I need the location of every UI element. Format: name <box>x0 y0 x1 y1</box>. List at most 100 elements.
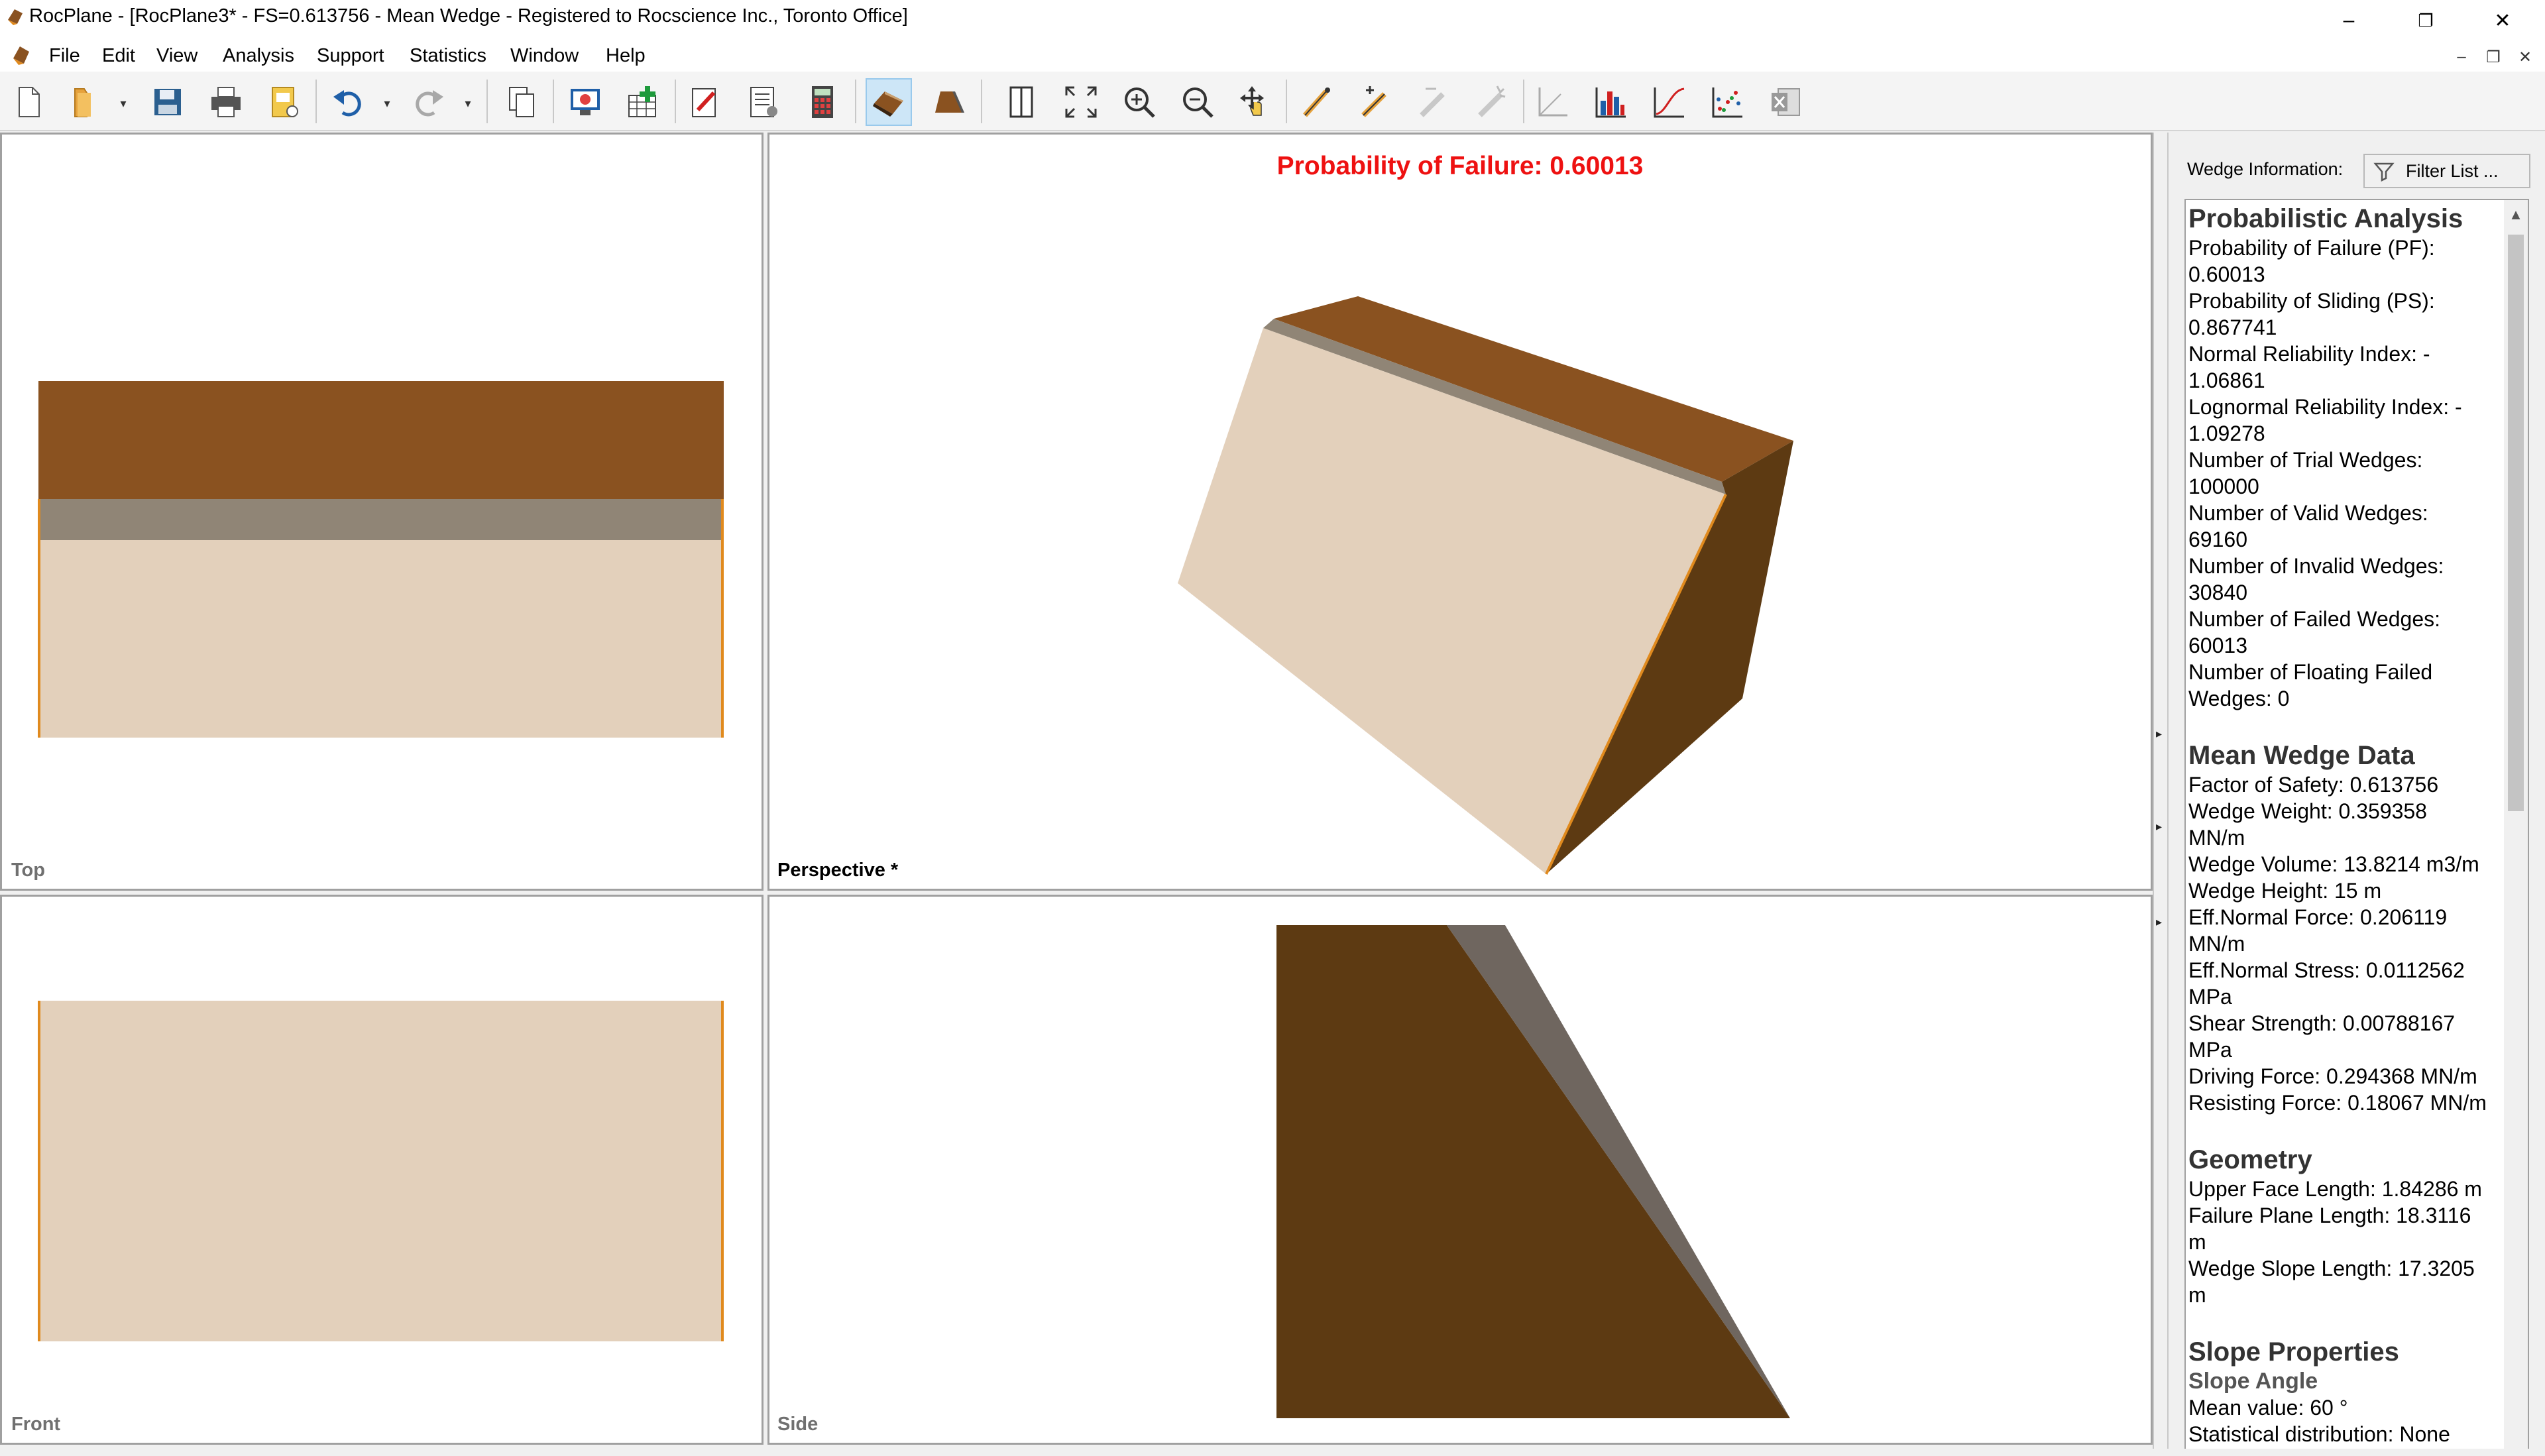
toolbar-separator <box>675 80 676 123</box>
clear-picks-button[interactable] <box>1469 78 1515 126</box>
pick-wedge-button[interactable] <box>1294 78 1340 126</box>
info-line: m <box>2188 1283 2206 1307</box>
minimize-button[interactable]: – <box>2312 0 2386 41</box>
print-preview-button[interactable] <box>261 78 308 126</box>
info-line: Wedge Weight: 0.359358 <box>2188 799 2427 823</box>
export-excel-button[interactable] <box>1763 78 1809 126</box>
undo-icon <box>333 90 361 117</box>
viewport-label-top: Top <box>11 860 45 881</box>
mdi-restore-button[interactable]: ❐ <box>2479 44 2508 70</box>
top-viewport[interactable]: Top <box>0 133 764 891</box>
info-line: Wedge Slope Length: 17.3205 <box>2188 1257 2475 1280</box>
info-line: Factor of Safety: 0.613756 <box>2188 773 2439 797</box>
info-line: Normal Reliability Index: - <box>2188 342 2430 366</box>
mdi-close-button[interactable]: ✕ <box>2511 44 2540 70</box>
info-scrollbar[interactable]: ▲ <box>2504 200 2528 1455</box>
open-dropdown-icon[interactable]: ▾ <box>117 97 130 110</box>
histogram-button[interactable] <box>1588 78 1634 126</box>
menu-support[interactable]: Support <box>314 42 387 69</box>
zoom-in-button[interactable] <box>1116 78 1162 126</box>
info-line: Number of Invalid Wedges: <box>2188 554 2444 578</box>
wedge-info-box[interactable]: Probabilistic Analysis Probability of Fa… <box>2184 199 2529 1456</box>
3d-view-button[interactable] <box>866 78 912 126</box>
add-pick-icon <box>1361 86 1386 117</box>
add-wedge-icon <box>628 86 656 117</box>
subsection-title: Slope Angle <box>2188 1369 2318 1394</box>
info-line: 100000 <box>2188 475 2259 498</box>
scatter-plot-button[interactable] <box>1705 78 1751 126</box>
panel-splitter[interactable] <box>2153 133 2169 1456</box>
chart-axes-icon <box>1538 87 1567 117</box>
chart-axes-button[interactable] <box>1530 78 1576 126</box>
scroll-up-icon[interactable]: ▲ <box>2504 203 2528 227</box>
splitter-arrow-icon[interactable]: ▸ <box>2156 728 2165 740</box>
side-viewport[interactable]: Side <box>767 895 2153 1445</box>
info-line: MN/m <box>2188 932 2245 956</box>
zoom-out-button[interactable] <box>1174 78 1221 126</box>
info-line: Number of Trial Wedges: <box>2188 448 2423 472</box>
cumulative-plot-button[interactable] <box>1646 78 1693 126</box>
toolbar-separator <box>855 80 856 123</box>
info-line: MN/m <box>2188 826 2245 850</box>
undo-button[interactable] <box>325 78 371 126</box>
section-title: Geometry <box>2188 1145 2312 1174</box>
scrollbar-thumb[interactable] <box>2508 235 2524 811</box>
new-file-button[interactable] <box>5 78 52 126</box>
display-options-icon <box>571 89 600 115</box>
menu-analysis[interactable]: Analysis <box>220 42 297 69</box>
redo-button[interactable] <box>406 78 452 126</box>
save-button[interactable] <box>144 78 191 126</box>
info-line: Probability of Failure (PF): <box>2188 236 2435 260</box>
print-icon <box>211 87 241 117</box>
display-options-button[interactable] <box>562 78 608 126</box>
filter-list-button[interactable]: Filter List ... <box>2363 154 2530 188</box>
close-button[interactable]: ✕ <box>2465 0 2540 41</box>
restore-button[interactable]: ❐ <box>2389 0 2463 41</box>
redo-dropdown-icon[interactable]: ▾ <box>461 97 475 110</box>
open-button[interactable] <box>64 78 110 126</box>
edit-input-button[interactable] <box>683 78 729 126</box>
copy-button[interactable] <box>498 78 545 126</box>
mdi-minimize-button[interactable]: – <box>2447 44 2476 70</box>
menu-file[interactable]: File <box>46 42 83 69</box>
save-icon <box>154 89 181 115</box>
menu-view[interactable]: View <box>154 42 200 69</box>
menu-statistics[interactable]: Statistics <box>407 42 489 69</box>
menu-help[interactable]: Help <box>603 42 648 69</box>
input-data-icon <box>750 87 777 117</box>
pan-icon <box>1240 86 1264 116</box>
zoom-all-button[interactable] <box>1058 78 1104 126</box>
document-icon[interactable] <box>11 44 32 66</box>
splitter-arrow-icon[interactable]: ▸ <box>2156 916 2165 928</box>
menu-edit[interactable]: Edit <box>99 42 138 69</box>
menu-window[interactable]: Window <box>508 42 581 69</box>
wedge-info-content: Probabilistic Analysis Probability of Fa… <box>2188 203 2493 1447</box>
remove-pick-button[interactable] <box>1410 78 1457 126</box>
top-view-tension-crack <box>38 499 724 540</box>
add-pick-button[interactable] <box>1352 78 1398 126</box>
cumulative-plot-icon <box>1654 87 1685 118</box>
scatter-plot-icon <box>1712 87 1742 118</box>
2d-view-button[interactable] <box>927 78 973 126</box>
info-line: Failure Plane Length: 18.3116 <box>2188 1204 2471 1227</box>
viewport-label-front: Front <box>11 1414 61 1435</box>
perspective-wedge <box>1178 296 1793 875</box>
front-viewport[interactable]: Front <box>0 895 764 1445</box>
info-line: Probability of Sliding (PS): <box>2188 289 2435 313</box>
calculator-button[interactable] <box>799 78 846 126</box>
toolbar-separator <box>315 80 317 123</box>
info-line: Mean value: 60 ° <box>2188 1396 2348 1420</box>
2d-wedge-view-icon <box>935 91 964 113</box>
pan-button[interactable] <box>1233 78 1279 126</box>
input-data-button[interactable] <box>741 78 787 126</box>
splitter-arrow-icon[interactable]: ▸ <box>2156 820 2165 832</box>
tile-views-button[interactable] <box>998 78 1045 126</box>
undo-dropdown-icon[interactable]: ▾ <box>380 97 394 110</box>
add-wedge-button[interactable] <box>620 78 667 126</box>
view-tile-icon <box>1009 86 1033 118</box>
info-line: Wedge Height: 15 m <box>2188 879 2382 903</box>
print-button[interactable] <box>203 78 249 126</box>
print-preview-icon <box>272 87 298 117</box>
perspective-viewport[interactable]: Probability of Failure: 0.60013 Perspect… <box>767 133 2153 891</box>
